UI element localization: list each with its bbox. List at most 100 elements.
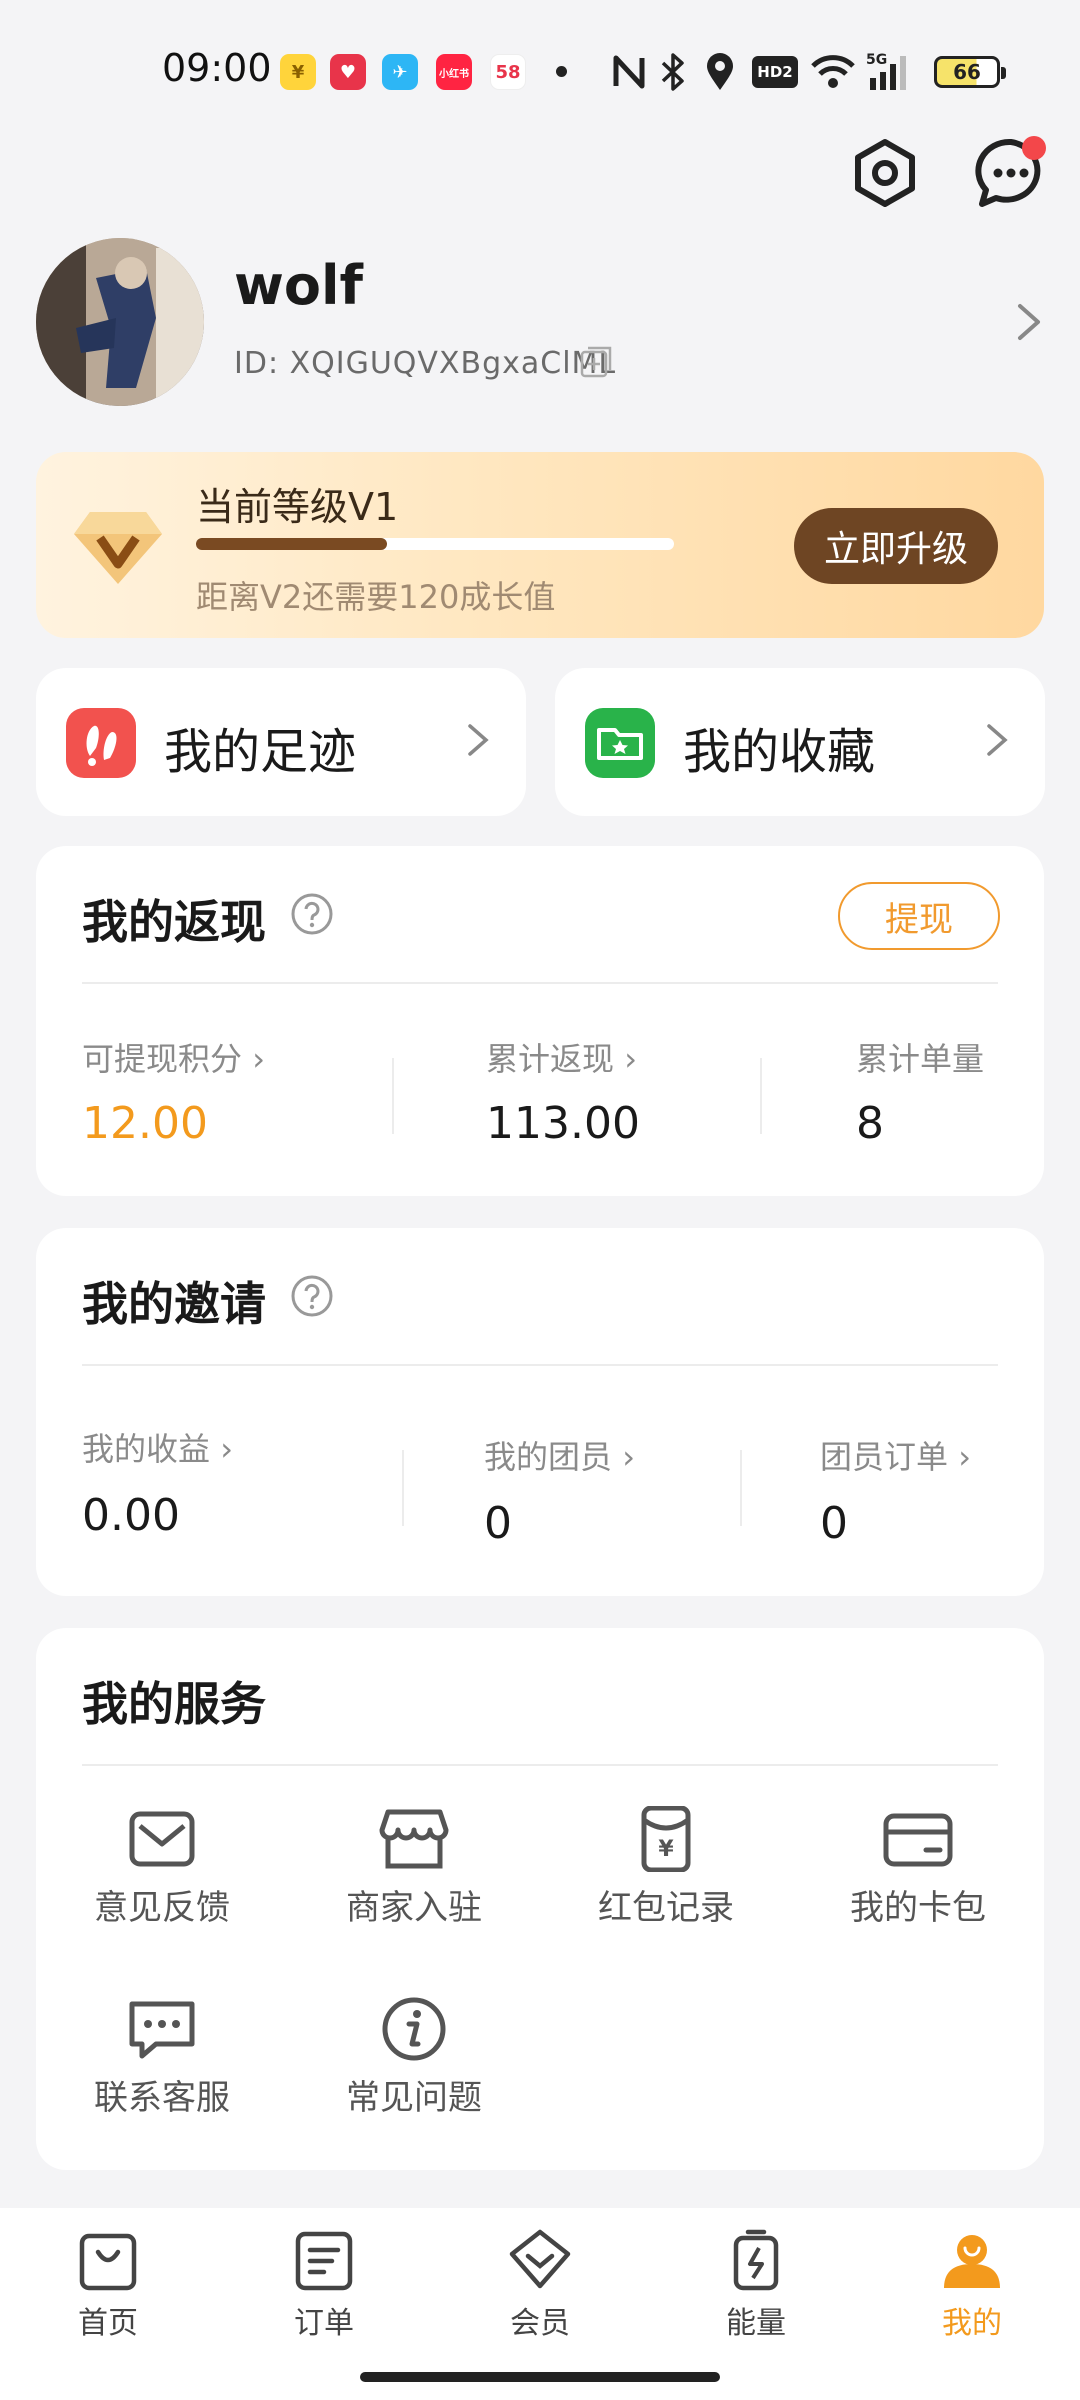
order-list-icon bbox=[295, 2231, 353, 2291]
team-orders[interactable]: 团员订单 › 0 bbox=[820, 1432, 971, 1549]
chat-bubble-icon bbox=[129, 2001, 195, 2059]
wifi-icon bbox=[811, 55, 855, 88]
nav-mine[interactable]: 我的 bbox=[902, 2228, 1042, 2342]
service-label: 常见问题 bbox=[346, 2078, 482, 2118]
nav-home[interactable]: 首页 bbox=[38, 2228, 178, 2342]
stat-value: 0.00 bbox=[82, 1490, 180, 1541]
energy-battery-icon bbox=[733, 2229, 779, 2291]
member-gem-icon bbox=[509, 2229, 571, 2289]
nav-orders[interactable]: 订单 bbox=[254, 2228, 394, 2342]
stat-label: 累计返现 bbox=[486, 1040, 615, 1078]
nav-label: 订单 bbox=[294, 2306, 354, 2341]
stat-value: 8 bbox=[856, 1098, 884, 1149]
shopping-bag-icon bbox=[79, 2233, 137, 2291]
chevron-right-icon: › bbox=[242, 1040, 265, 1078]
level-card[interactable]: 当前等级V1 距离V2还需要120成长值 立即升级 bbox=[36, 452, 1044, 638]
service-card-wallet[interactable]: 我的卡包 bbox=[818, 1806, 1018, 1929]
level-progress-fill bbox=[196, 538, 388, 550]
shop-icon bbox=[379, 1809, 449, 1869]
envelope-icon bbox=[129, 1811, 195, 1867]
user-id: ID: XQIGUQVXBgxaClML bbox=[234, 346, 617, 381]
stat-label: 团员订单 bbox=[820, 1438, 949, 1476]
stat-value: 0 bbox=[484, 1498, 512, 1549]
status-bar: 09:00 ¥ ♥ ✈ 小红书 58 HD2 5G 66 bbox=[0, 0, 1080, 140]
stat-label: 可提现积分 bbox=[82, 1040, 243, 1078]
stat-label: 累计单量 bbox=[856, 1040, 985, 1078]
help-icon[interactable] bbox=[290, 1274, 334, 1318]
battery-icon: 66 bbox=[934, 56, 1006, 88]
my-earnings[interactable]: 我的收益 › 0.00 bbox=[82, 1424, 233, 1541]
info-icon bbox=[382, 1997, 446, 2061]
status-dot bbox=[556, 66, 567, 77]
total-orders: 累计单量 8 bbox=[856, 1034, 984, 1149]
username: wolf bbox=[234, 254, 363, 317]
service-merchant[interactable]: 商家入驻 bbox=[314, 1806, 514, 1929]
service-label: 我的卡包 bbox=[850, 1888, 986, 1928]
chevron-right-icon[interactable] bbox=[1012, 300, 1046, 344]
cashback-title: 我的返现 bbox=[82, 895, 266, 949]
favorites-label: 我的收藏 bbox=[683, 724, 876, 780]
service-label: 意见反馈 bbox=[94, 1888, 230, 1928]
invite-title: 我的邀请 bbox=[82, 1277, 266, 1331]
divider bbox=[402, 1450, 404, 1526]
chevron-right-icon: › bbox=[614, 1040, 637, 1078]
service-customer-support[interactable]: 联系客服 bbox=[62, 1996, 262, 2119]
hd-icon: HD2 bbox=[752, 56, 798, 88]
home-indicator[interactable] bbox=[360, 2372, 720, 2382]
my-team-members[interactable]: 我的团员 › 0 bbox=[484, 1432, 635, 1549]
svg-text:¥: ¥ bbox=[658, 1837, 674, 1862]
cashback-card: 我的返现 提现 可提现积分 › 12.00 累计返现 › 113.00 累计单量… bbox=[36, 846, 1044, 1196]
nav-label: 能量 bbox=[726, 2306, 786, 2341]
stat-value: 0 bbox=[820, 1498, 848, 1549]
divider bbox=[82, 1364, 998, 1366]
copy-icon[interactable] bbox=[580, 346, 612, 378]
chevron-right-icon: › bbox=[612, 1438, 635, 1476]
stat-label: 我的团员 bbox=[484, 1438, 613, 1476]
nav-member[interactable]: 会员 bbox=[470, 2228, 610, 2342]
folder-star-icon bbox=[585, 708, 655, 778]
footprint-label: 我的足迹 bbox=[164, 724, 357, 780]
invite-card: 我的邀请 我的收益 › 0.00 我的团员 › 0 团员订单 › 0 bbox=[36, 1228, 1044, 1596]
withdrawable-points[interactable]: 可提现积分 › 12.00 bbox=[82, 1034, 265, 1149]
footprint-card[interactable]: 我的足迹 bbox=[36, 668, 526, 816]
footprint-icon bbox=[66, 708, 136, 778]
58-app-icon: 58 bbox=[490, 54, 526, 90]
divider bbox=[392, 1058, 394, 1134]
divider bbox=[760, 1058, 762, 1134]
service-faq[interactable]: 常见问题 bbox=[314, 1996, 514, 2119]
red-packet-icon: ¥ bbox=[641, 1806, 691, 1872]
upgrade-button[interactable]: 立即升级 bbox=[794, 508, 998, 584]
level-title: 当前等级V1 bbox=[196, 485, 399, 529]
services-title: 我的服务 bbox=[82, 1677, 266, 1731]
stat-value: 12.00 bbox=[82, 1098, 208, 1149]
signal-icon: 5G bbox=[866, 52, 906, 90]
chevron-right-icon: › bbox=[948, 1438, 971, 1476]
service-red-packet[interactable]: ¥ 红包记录 bbox=[566, 1806, 766, 1929]
divider bbox=[82, 982, 998, 984]
stat-label: 我的收益 bbox=[82, 1430, 211, 1468]
divider bbox=[82, 1764, 998, 1766]
nav-label: 会员 bbox=[510, 2306, 570, 2341]
nfc-icon bbox=[613, 55, 645, 89]
nav-label: 首页 bbox=[78, 2306, 138, 2341]
divider bbox=[740, 1450, 742, 1526]
help-icon[interactable] bbox=[290, 892, 334, 936]
avatar[interactable] bbox=[36, 238, 204, 406]
svg-text:5G: 5G bbox=[866, 52, 887, 68]
service-label: 红包记录 bbox=[598, 1888, 734, 1928]
service-feedback[interactable]: 意见反馈 bbox=[62, 1806, 262, 1929]
nav-energy[interactable]: 能量 bbox=[686, 2228, 826, 2342]
withdraw-button[interactable]: 提现 bbox=[838, 882, 1000, 950]
notification-badge bbox=[1022, 136, 1046, 160]
settings-icon[interactable] bbox=[848, 136, 922, 210]
chevron-right-icon: › bbox=[210, 1430, 233, 1468]
favorites-card[interactable]: 我的收藏 bbox=[555, 668, 1045, 816]
heart-app-icon: ♥ bbox=[330, 54, 366, 90]
chevron-right-icon bbox=[468, 724, 489, 756]
services-card: 我的服务 意见反馈 商家入驻 ¥ 红包记录 我的卡包 联系客服 常见问题 bbox=[36, 1628, 1044, 2170]
location-icon bbox=[707, 53, 733, 90]
profile-icon bbox=[944, 2235, 1000, 2288]
service-label: 联系客服 bbox=[94, 2078, 230, 2118]
total-cashback[interactable]: 累计返现 › 113.00 bbox=[486, 1034, 640, 1149]
diamond-level-icon bbox=[74, 512, 162, 584]
